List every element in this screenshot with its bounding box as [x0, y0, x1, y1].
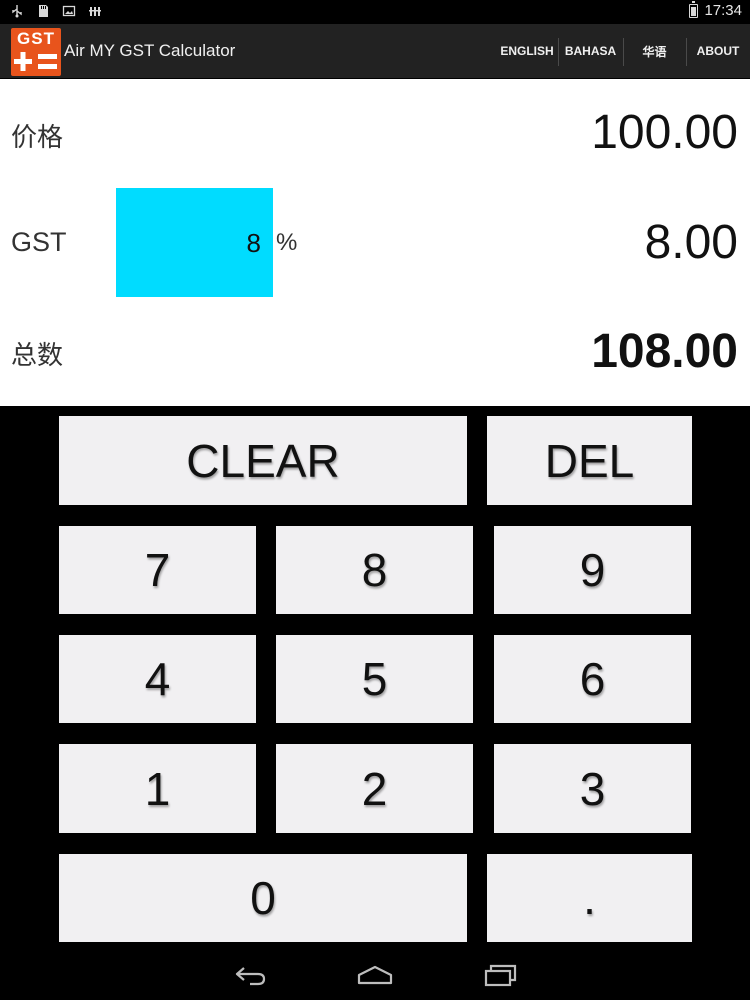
digit-5-button[interactable]: 5: [276, 635, 473, 723]
notification-icons: [10, 4, 102, 18]
recent-apps-button[interactable]: [480, 960, 520, 990]
digit-1-button[interactable]: 1: [59, 744, 256, 833]
navigation-bar: [0, 950, 750, 1000]
total-value: 108.00: [591, 325, 738, 378]
signal-bars-icon: [89, 7, 101, 16]
status-right: 17:34: [689, 0, 742, 19]
clock: 17:34: [704, 2, 742, 19]
gst-rate-value: 8: [246, 228, 261, 258]
digit-9-button[interactable]: 9: [494, 526, 691, 614]
delete-button[interactable]: DEL: [487, 416, 692, 505]
total-label: 总数: [11, 341, 64, 371]
result-panel: 价格 100.00 GST 8 % 8.00 总数 108.00: [0, 79, 750, 406]
digit-4-button[interactable]: 4: [59, 635, 256, 723]
clear-button[interactable]: CLEAR: [59, 416, 467, 505]
gst-rate-unit: %: [276, 229, 298, 256]
digit-6-button[interactable]: 6: [494, 635, 691, 723]
gst-rate-field[interactable]: 8: [116, 188, 273, 297]
digit-0-button[interactable]: 0: [59, 854, 467, 942]
digit-8-button[interactable]: 8: [276, 526, 473, 614]
digit-2-button[interactable]: 2: [276, 744, 473, 833]
digit-3-button[interactable]: 3: [494, 744, 691, 833]
language-menu: ENGLISH BAHASA 华语 ABOUT: [496, 24, 750, 78]
menu-english[interactable]: ENGLISH: [496, 24, 558, 78]
sd-card-icon: [39, 5, 48, 17]
back-button[interactable]: [230, 960, 270, 990]
app-title: Air MY GST Calculator: [64, 41, 236, 60]
menu-bahasa[interactable]: BAHASA: [558, 24, 623, 78]
usb-icon: [12, 5, 22, 18]
gst-label: GST: [11, 227, 67, 257]
price-value[interactable]: 100.00: [591, 105, 738, 160]
home-button[interactable]: [355, 960, 395, 990]
gst-value: 8.00: [644, 216, 738, 269]
logo-text: GST: [17, 29, 55, 48]
home-icon: [357, 965, 393, 985]
image-icon: [62, 5, 76, 17]
battery-icon: [689, 0, 699, 18]
decimal-point-button[interactable]: .: [487, 854, 692, 942]
app-logo: GST: [11, 28, 61, 76]
menu-about[interactable]: ABOUT: [686, 24, 750, 78]
back-icon: [235, 967, 266, 986]
plus-equals-icon: [14, 52, 57, 71]
status-bar: 17:34: [0, 0, 750, 24]
digit-7-button[interactable]: 7: [59, 526, 256, 614]
recent-apps-icon: [484, 964, 517, 987]
price-label: 价格: [11, 123, 64, 153]
menu-chinese[interactable]: 华语: [623, 24, 686, 78]
action-bar: GST Air MY GST Calculator ENGLISH BAHASA…: [0, 24, 750, 78]
